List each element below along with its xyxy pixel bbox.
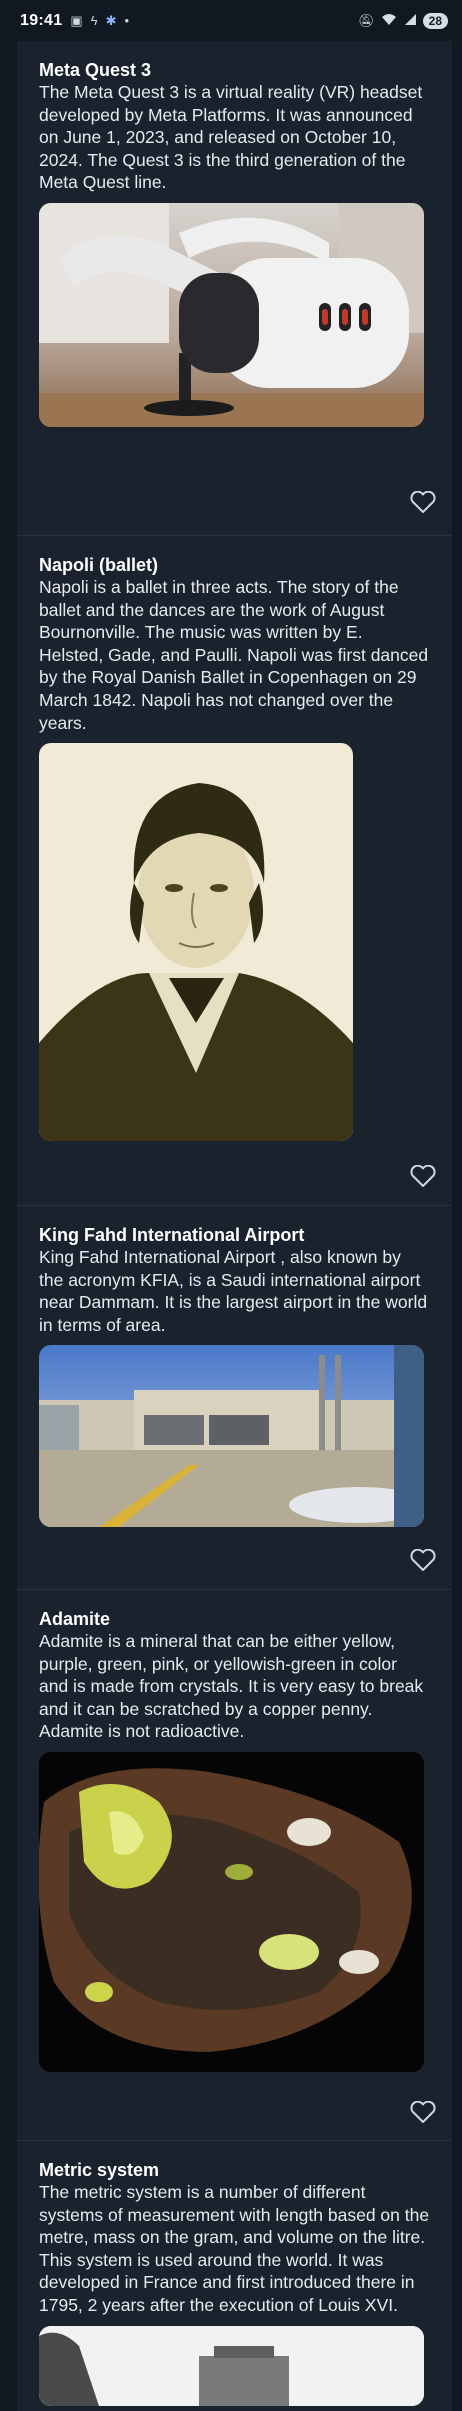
article-card[interactable]: King Fahd International Airport King Fah… — [17, 1206, 452, 1590]
card-summary: Napoli is a ballet in three acts. The st… — [39, 577, 429, 733]
card-title: Meta Quest 3 — [39, 60, 152, 80]
card-summary: The metric system is a number of differe… — [39, 2182, 430, 2315]
card-image-portrait-engraving[interactable] — [39, 743, 353, 1142]
heart-like-button[interactable] — [408, 488, 438, 516]
bluetooth-icon: ✱ — [105, 12, 117, 28]
heart-like-button[interactable] — [408, 2098, 438, 2126]
card-title: Adamite — [39, 1609, 111, 1629]
status-bar: 19:41 ▣ ϟ ✱ • 🔕︎ 28 — [0, 0, 462, 41]
card-title: King Fahd International Airport — [39, 1225, 305, 1245]
heart-icon — [410, 1164, 436, 1187]
article-card[interactable]: Metric system The metric system is a num… — [17, 2141, 452, 2411]
article-card[interactable]: Napoli (ballet) Napoli is a ballet in th… — [17, 536, 452, 1206]
article-card[interactable]: Adamite Adamite is a mineral that can be… — [17, 1590, 452, 2141]
status-time: 19:41 — [20, 11, 63, 29]
heart-like-button[interactable] — [408, 1546, 438, 1574]
dot-icon: • — [124, 13, 130, 28]
card-title: Napoli (ballet) — [39, 555, 159, 575]
battery-indicator: 28 — [422, 12, 448, 29]
heart-icon — [410, 2100, 436, 2123]
mute-icon: 🔕︎ — [358, 12, 375, 28]
card-summary: King Fahd International Airport , also k… — [39, 1247, 428, 1335]
card-summary: Adamite is a mineral that can be either … — [39, 1631, 424, 1742]
card-image-vr-headset[interactable] — [39, 202, 424, 427]
signal-icon — [403, 13, 417, 29]
heart-like-button[interactable] — [408, 1162, 438, 1190]
wifi-icon — [381, 13, 397, 29]
card-summary: The Meta Quest 3 is a virtual reality (V… — [39, 82, 423, 193]
screenshot-icon: ▣ — [70, 12, 83, 28]
heart-icon — [410, 490, 436, 513]
card-image-airport-terminal[interactable] — [39, 1345, 424, 1528]
card-image-mineral-specimen[interactable] — [39, 1751, 424, 2072]
article-card[interactable]: Meta Quest 3 The Meta Quest 3 is a virtu… — [17, 41, 452, 536]
card-image-historic-photo[interactable] — [39, 2325, 424, 2406]
article-feed[interactable]: Meta Quest 3 The Meta Quest 3 is a virtu… — [17, 41, 452, 2411]
card-title: Metric system — [39, 2160, 160, 2180]
nfc-icon: ϟ — [90, 13, 98, 28]
heart-icon — [410, 1548, 436, 1571]
